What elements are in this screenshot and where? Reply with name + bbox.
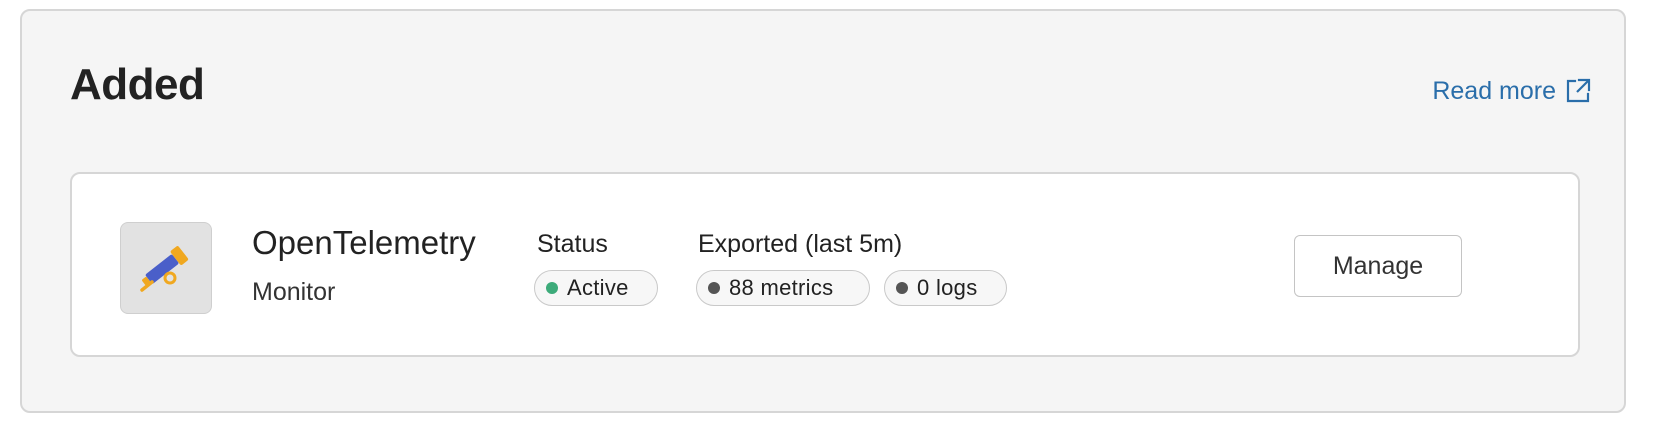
- integration-logo: [120, 222, 212, 314]
- metrics-badge: 88 metrics: [696, 270, 870, 306]
- integration-name: OpenTelemetry: [252, 224, 476, 261]
- section-title: Added: [70, 60, 205, 109]
- status-badge: Active: [534, 270, 658, 306]
- logs-dot-icon: [896, 282, 908, 294]
- manage-button[interactable]: Manage: [1294, 235, 1462, 297]
- metrics-count: 88 metrics: [729, 275, 834, 300]
- logs-badge: 0 logs: [884, 270, 1007, 306]
- integration-category: Monitor: [252, 278, 336, 306]
- exported-label: Exported (last 5m): [698, 230, 903, 258]
- read-more-label: Read more: [1432, 76, 1556, 105]
- status-dot-icon: [546, 282, 558, 294]
- external-link-icon: [1564, 77, 1592, 105]
- read-more-link[interactable]: Read more: [1432, 77, 1592, 105]
- integration-card: OpenTelemetry Monitor Status Active Expo…: [70, 172, 1580, 357]
- metrics-dot-icon: [708, 282, 720, 294]
- status-value: Active: [567, 275, 629, 300]
- added-section: Added Read more OpenTelemetry Monitor St…: [20, 9, 1626, 413]
- telescope-icon: [134, 234, 198, 303]
- logs-count: 0 logs: [917, 275, 978, 300]
- status-label: Status: [537, 230, 608, 258]
